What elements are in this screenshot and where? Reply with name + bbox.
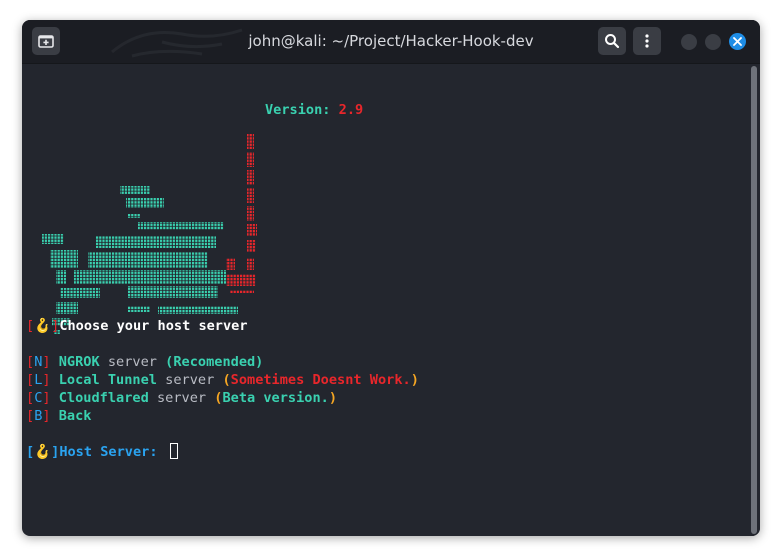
option-name: Local Tunnel	[58, 372, 157, 388]
option-note: Sometimes Doesnt Work.	[230, 372, 411, 388]
minimize-button[interactable]	[681, 34, 697, 50]
prompt-question: Choose your host server	[59, 318, 248, 334]
option-local-tunnel: [L] Local Tunnel server (Sometimes Doesn…	[26, 372, 419, 388]
terminal-output[interactable]: Version: 2.9 [🪝]Choose your host server …	[22, 64, 760, 536]
search-button[interactable]	[598, 27, 626, 55]
option-cloudflared: [C] Cloudflared server (Beta version.)	[26, 390, 338, 406]
titlebar: john@kali: ~/Project/Hacker-Hook-dev	[22, 20, 760, 64]
close-button[interactable]	[729, 33, 746, 50]
close-icon	[733, 37, 742, 46]
option-name: NGROK	[58, 354, 100, 370]
option-name: Cloudflared	[58, 390, 149, 406]
prompt-line: [🪝]Choose your host server	[26, 318, 248, 334]
option-note: Beta version.	[222, 390, 329, 406]
text-cursor	[169, 443, 178, 459]
hook-icon: 🪝	[34, 444, 52, 460]
hacker-hook-logo	[42, 134, 257, 334]
kebab-menu-icon	[645, 34, 649, 48]
version-value: 2.9	[338, 102, 364, 118]
host-server-input-line[interactable]: [🪝]Host Server:	[26, 443, 178, 461]
option-suffix: server	[107, 354, 157, 370]
option-name: Back	[58, 408, 92, 424]
search-icon	[605, 34, 620, 49]
option-suffix: server	[165, 372, 215, 388]
option-ngrok: [N] NGROK server (Recomended)	[26, 354, 264, 370]
maximize-button[interactable]	[705, 34, 721, 50]
terminal-window: john@kali: ~/Project/Hacker-Hook-dev Ver…	[22, 20, 760, 536]
version-label: Version:	[265, 102, 331, 118]
scrollbar[interactable]	[748, 64, 760, 536]
option-suffix: server	[156, 390, 207, 406]
hook-icon: 🪝	[34, 318, 52, 334]
menu-button[interactable]	[633, 27, 661, 55]
scrollbar-thumb[interactable]	[751, 66, 757, 534]
option-back: [B] Back	[26, 408, 92, 424]
version-line: Version: 2.9	[265, 101, 363, 119]
input-label: Host Server:	[59, 444, 158, 460]
option-note: (Recomended)	[165, 354, 264, 370]
